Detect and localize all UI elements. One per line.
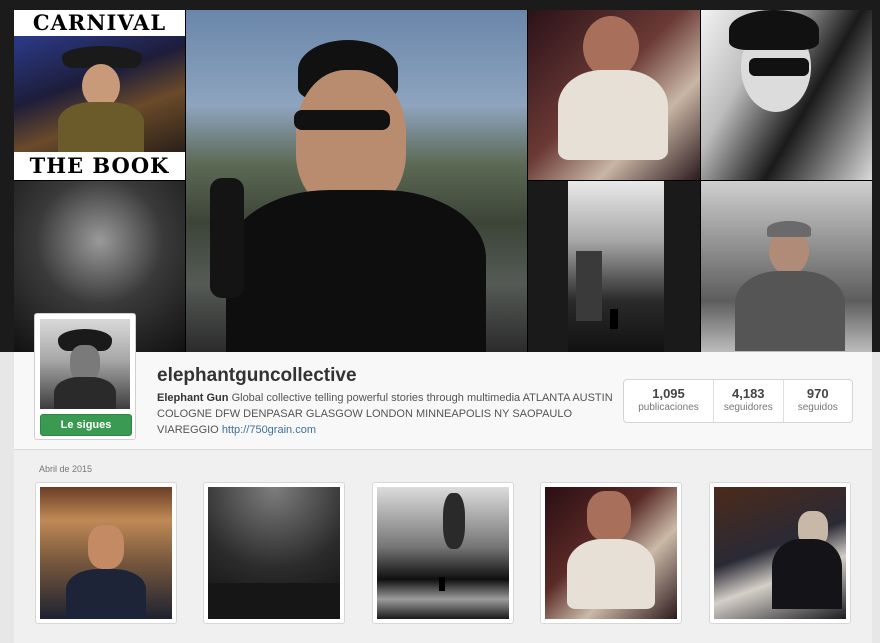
carnival-title: CARNIVAL xyxy=(14,10,185,36)
profile-username: elephantguncollective xyxy=(157,365,357,386)
portrait-face xyxy=(296,70,406,210)
stat-posts[interactable]: 1,095 publicaciones xyxy=(624,380,715,422)
stat-following-value: 970 xyxy=(806,386,829,401)
stat-following[interactable]: 970 seguidos xyxy=(784,380,852,422)
feed-thumb-5[interactable] xyxy=(709,482,851,624)
follow-button[interactable]: Le sigues xyxy=(40,414,132,436)
feed-thumb-4[interactable] xyxy=(540,482,682,624)
header-mosaic: CARNIVAL THE BOOK xyxy=(14,10,872,352)
feed-thumb-3[interactable] xyxy=(372,482,514,624)
background-person xyxy=(210,178,244,298)
portrait-shirt xyxy=(226,190,486,352)
avatar-body xyxy=(54,377,116,409)
header-tile-carnival-book[interactable]: CARNIVAL THE BOOK xyxy=(14,10,185,180)
profile-display-name: Elephant Gun xyxy=(157,392,229,404)
feed-thumb-2[interactable] xyxy=(203,482,345,624)
feed-date-label: Abril de 2015 xyxy=(39,464,93,474)
seated-man-photo xyxy=(714,487,846,619)
carnival-photo xyxy=(14,36,185,152)
avatar-face xyxy=(70,345,100,381)
header-tile-old-man[interactable] xyxy=(528,10,700,180)
profile-bio: Elephant Gun Global collective telling p… xyxy=(157,390,627,438)
photo-feed: Abril de 2015 xyxy=(14,450,872,643)
avatar[interactable] xyxy=(40,319,130,409)
profile-website-link[interactable]: http://750grain.com xyxy=(222,424,316,436)
stat-posts-value: 1,095 xyxy=(652,386,685,401)
header-tile-bw-face[interactable] xyxy=(701,10,872,180)
feed-thumb-1[interactable] xyxy=(35,482,177,624)
carnival-subtitle: THE BOOK xyxy=(14,152,185,180)
old-man-photo xyxy=(545,487,677,619)
header-tile-main-portrait[interactable] xyxy=(186,10,527,352)
dome-photo xyxy=(208,487,340,619)
stat-followers-value: 4,183 xyxy=(732,386,765,401)
avatar-box: Le sigues xyxy=(34,313,136,440)
portrait-sunglasses xyxy=(294,110,390,130)
header-tile-cap-man[interactable] xyxy=(701,181,872,352)
smoke-road-photo xyxy=(377,487,509,619)
profile-card: Le sigues elephantguncollective Elephant… xyxy=(14,313,872,450)
stat-followers-label: seguidores xyxy=(723,402,773,413)
profile-stats: 1,095 publicaciones 4,183 seguidores 970… xyxy=(623,379,853,423)
stat-following-label: seguidos xyxy=(797,402,838,413)
stat-followers[interactable]: 4,183 seguidores xyxy=(714,380,784,422)
stat-posts-label: publicaciones xyxy=(638,402,699,413)
header-tile-tower[interactable] xyxy=(528,181,700,352)
bartender-photo xyxy=(40,487,172,619)
